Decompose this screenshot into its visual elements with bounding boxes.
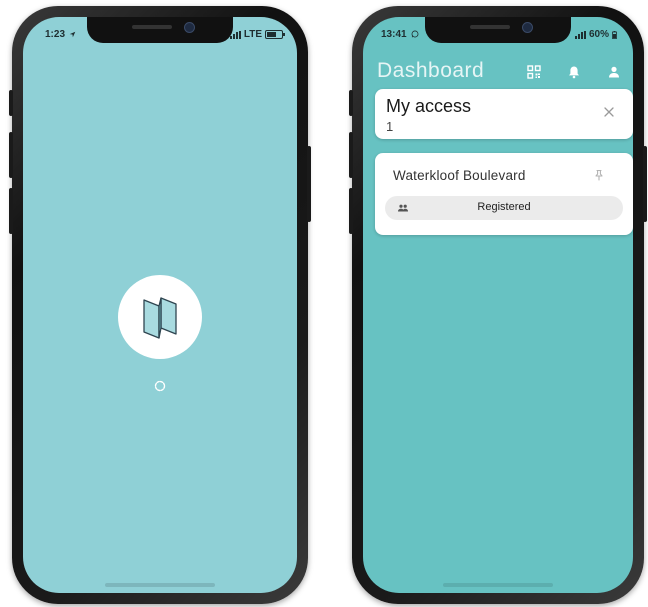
app-logo-icon [143, 297, 177, 339]
side-button [9, 188, 13, 234]
stage: 1:23 LTE 13:41 60% Dashboard My access 1… [0, 0, 648, 607]
site-name: Waterkloof Boulevard [393, 168, 526, 183]
camera-icon [522, 22, 533, 33]
status-icons: LTE [229, 29, 285, 40]
speaker [470, 25, 510, 29]
home-indicator [443, 583, 553, 587]
notch [425, 17, 571, 43]
app-logo [118, 275, 202, 359]
battery-icon [612, 30, 617, 39]
loading-spinner-icon [154, 380, 166, 392]
status-time: 1:23 [45, 29, 76, 40]
splash-screen: 1:23 LTE [23, 17, 297, 593]
speaker [132, 25, 172, 29]
side-button [349, 132, 353, 178]
close-icon[interactable] [603, 106, 615, 118]
side-button [643, 146, 647, 222]
dashboard-screen: 13:41 60% Dashboard My access 1 Waterklo… [363, 17, 633, 593]
battery-percent: 60% [588, 29, 609, 40]
status-label: Registered [477, 201, 531, 213]
header-actions [527, 65, 621, 79]
side-button [349, 90, 353, 116]
network-label: LTE [243, 29, 262, 40]
notch [87, 17, 233, 43]
dashboard-header: Dashboard [377, 57, 625, 87]
phone-splash: 1:23 LTE [9, 6, 311, 604]
status-icons: 60% [574, 29, 617, 40]
status-time: 13:41 [381, 29, 419, 40]
location-arrow-icon [69, 31, 76, 38]
side-button [9, 132, 13, 178]
pin-icon[interactable] [593, 169, 605, 181]
battery-icon [265, 30, 285, 39]
my-access-card[interactable]: My access 1 [375, 89, 633, 139]
side-button [307, 146, 311, 222]
side-button [9, 90, 13, 116]
qr-code-icon[interactable] [527, 65, 541, 79]
camera-icon [184, 22, 195, 33]
whatsapp-icon [411, 30, 419, 38]
access-count: 1 [386, 119, 394, 134]
page-title: Dashboard [377, 59, 485, 82]
side-button [349, 188, 353, 234]
phone-dashboard: 13:41 60% Dashboard My access 1 Waterklo… [349, 6, 647, 604]
site-card[interactable]: Waterkloof Boulevard Registered [375, 153, 633, 235]
signal-icon [574, 30, 586, 39]
home-indicator [105, 583, 215, 587]
user-icon[interactable] [607, 65, 621, 79]
bell-icon[interactable] [567, 65, 581, 79]
status-badge[interactable]: Registered [385, 196, 623, 220]
card-title: My access [386, 96, 472, 116]
